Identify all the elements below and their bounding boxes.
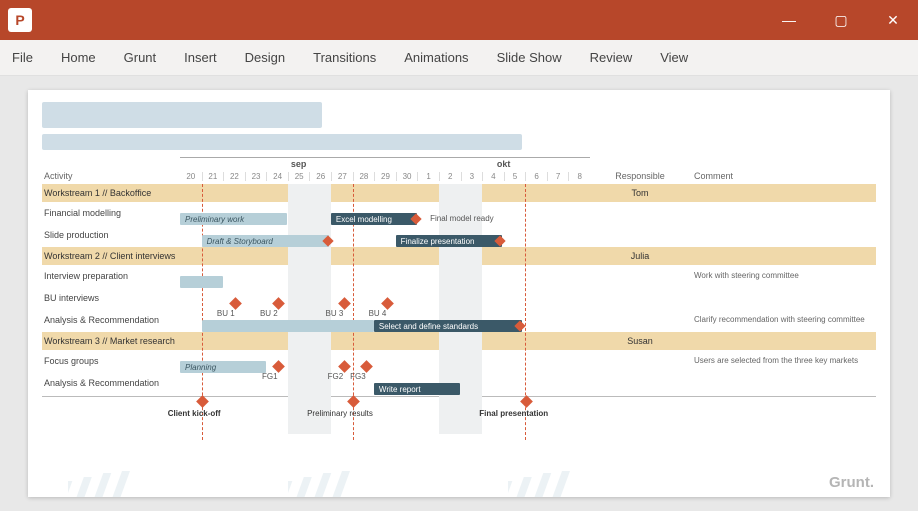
bar-label: Final model ready (430, 214, 494, 223)
decorative-shape (68, 471, 188, 497)
milestone-icon[interactable] (381, 297, 394, 310)
milestone-icon[interactable] (272, 297, 285, 310)
column-headers: Activity sep okt 20 21 22 23 24 (42, 157, 876, 183)
minimize-button[interactable]: — (772, 12, 806, 29)
workstream-row: Workstream 2 // Client interviews Julia (42, 247, 876, 265)
milestone-icon[interactable] (338, 360, 351, 373)
milestone-icon[interactable] (197, 395, 210, 408)
task-row: Financial modelling Preliminary work Exc… (42, 202, 876, 224)
slide-area: Activity sep okt 20 21 22 23 24 (0, 76, 918, 511)
bottom-milestones: Client kick-off Preliminary results Fina… (42, 397, 876, 421)
tab-insert[interactable]: Insert (184, 50, 217, 65)
month-label: sep (180, 159, 417, 169)
slide[interactable]: Activity sep okt 20 21 22 23 24 (28, 90, 890, 497)
gantt-bar[interactable]: Select and define standards (374, 320, 522, 332)
task-row: BU interviews BU 1 BU 2 BU 3 BU 4 (42, 287, 876, 309)
gantt-bar[interactable] (202, 320, 374, 332)
tab-file[interactable]: File (12, 50, 33, 65)
workstream-row: Workstream 1 // Backoffice Tom (42, 184, 876, 202)
task-row: Analysis & Recommendation Select and def… (42, 309, 876, 331)
workstream-row: Workstream 3 // Market research Susan (42, 332, 876, 350)
decorative-shape (288, 471, 408, 497)
tab-slideshow[interactable]: Slide Show (497, 50, 562, 65)
milestone-icon[interactable] (347, 395, 360, 408)
powerpoint-icon: P (8, 8, 32, 32)
tab-transitions[interactable]: Transitions (313, 50, 376, 65)
milestone-icon[interactable] (338, 297, 351, 310)
tab-animations[interactable]: Animations (404, 50, 468, 65)
tab-view[interactable]: View (660, 50, 688, 65)
day-row: 20 21 22 23 24 25 26 27 28 29 30 1 (180, 170, 590, 183)
task-row: Focus groups Planning FG1 FG2 FG3 Users … (42, 350, 876, 372)
milestone-icon[interactable] (361, 360, 374, 373)
task-row: Interview preparation Work with steering… (42, 265, 876, 287)
task-row: Analysis & Recommendation Write report (42, 372, 876, 394)
gantt-bar[interactable]: Write report (374, 383, 460, 395)
month-label: okt (417, 159, 590, 169)
gantt-bar[interactable]: Finalize presentation (396, 235, 503, 247)
tab-grunt[interactable]: Grunt (124, 50, 157, 65)
tab-design[interactable]: Design (245, 50, 285, 65)
subtitle-placeholder[interactable] (42, 134, 522, 150)
gantt-bar[interactable]: Draft & Storyboard (202, 235, 329, 247)
maximize-button[interactable]: ▢ (824, 12, 858, 29)
brand-logo: Grunt. (829, 474, 874, 491)
header-responsible: Responsible (590, 171, 690, 183)
timeline-header: sep okt 20 21 22 23 24 25 26 27 28 (180, 157, 590, 183)
milestone-icon[interactable] (520, 395, 533, 408)
title-bar: P — ▢ ✕ (0, 0, 918, 40)
close-button[interactable]: ✕ (876, 12, 910, 29)
header-comment: Comment (690, 171, 876, 183)
decorative-shape (508, 471, 628, 497)
title-placeholder[interactable] (42, 102, 322, 128)
milestone-icon[interactable] (272, 360, 285, 373)
window-controls: — ▢ ✕ (772, 12, 910, 29)
task-row: Slide production Draft & Storyboard Fina… (42, 224, 876, 246)
tab-home[interactable]: Home (61, 50, 96, 65)
header-activity: Activity (42, 171, 180, 183)
gantt-chart: Activity sep okt 20 21 22 23 24 (42, 157, 876, 421)
tab-review[interactable]: Review (590, 50, 633, 65)
ribbon: File Home Grunt Insert Design Transition… (0, 40, 918, 76)
milestone-icon[interactable] (229, 297, 242, 310)
